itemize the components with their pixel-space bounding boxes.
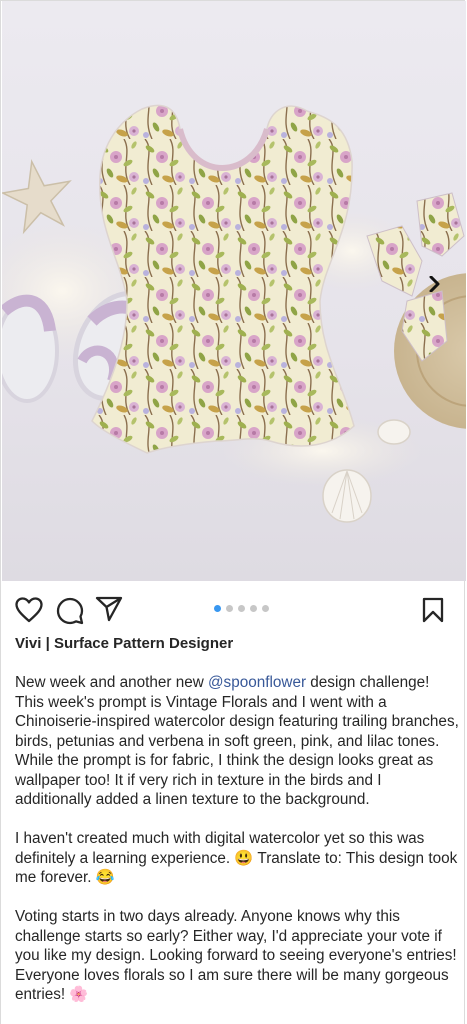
seashell-small xyxy=(377,419,411,445)
caption-text: New week and another new xyxy=(15,674,209,691)
seashell-large xyxy=(322,469,372,523)
post-username[interactable]: Vivi | Surface Pattern Designer xyxy=(15,635,233,652)
chevron-right-icon xyxy=(429,276,440,292)
caption-text: design challenge! This week's prompt is … xyxy=(15,674,459,808)
carousel-dot-1 xyxy=(214,605,221,612)
mention-link[interactable]: @spoonflower xyxy=(208,674,306,691)
carousel-next-button[interactable] xyxy=(420,269,450,299)
carousel-dot-4 xyxy=(250,605,257,612)
save-button[interactable] xyxy=(421,597,445,628)
carousel-dot-3 xyxy=(238,605,245,612)
share-button[interactable] xyxy=(95,596,123,627)
carousel-dot-5 xyxy=(262,605,269,612)
romper xyxy=(91,104,355,454)
romper-flatlay-image xyxy=(2,104,466,523)
heart-icon xyxy=(15,597,43,623)
comment-icon xyxy=(56,597,84,625)
carousel-indicator xyxy=(214,605,269,613)
sandal-left xyxy=(2,294,59,403)
carousel-dot-2 xyxy=(226,605,233,612)
post-image[interactable] xyxy=(2,1,466,581)
instagram-post: Vivi | Surface Pattern Designer New week… xyxy=(0,0,466,1024)
caption-paragraph-3: Voting starts in two days already. Anyon… xyxy=(15,908,457,1003)
post-caption: New week and another new @spoonflower de… xyxy=(15,673,460,1024)
send-icon xyxy=(95,596,123,622)
caption-paragraph-2: I haven't created much with digital wate… xyxy=(15,830,458,886)
like-button[interactable] xyxy=(15,597,43,628)
comment-button[interactable] xyxy=(56,597,84,630)
caption-paragraph-1: New week and another new @spoonflower de… xyxy=(15,673,460,810)
bookmark-icon xyxy=(422,597,444,623)
